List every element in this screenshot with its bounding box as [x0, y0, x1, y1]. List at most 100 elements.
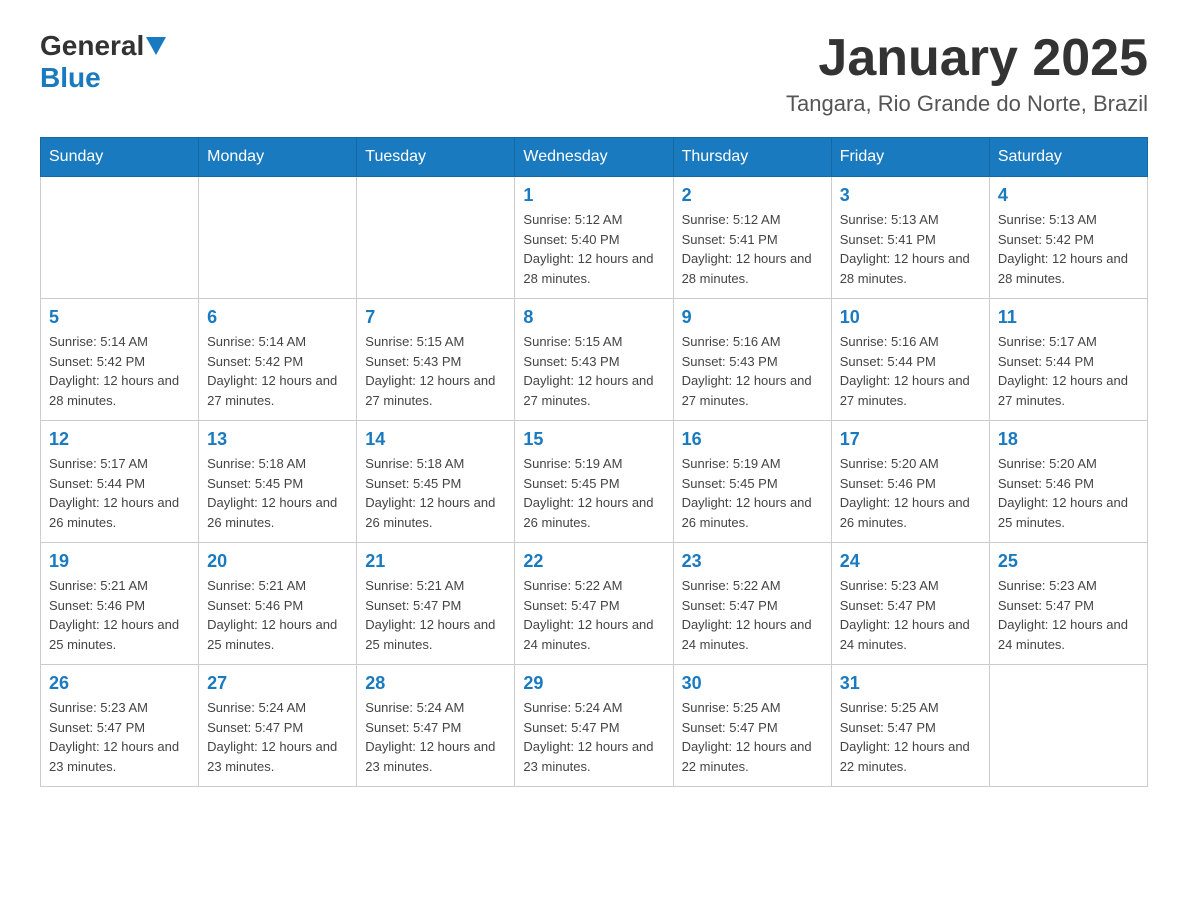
calendar-body: 1Sunrise: 5:12 AM Sunset: 5:40 PM Daylig… — [41, 177, 1148, 787]
calendar-cell: 22 Sunrise: 5:22 AM Sunset: 5:47 PM Dayli… — [515, 543, 673, 665]
calendar-cell — [357, 177, 515, 299]
day-number: 18 — [998, 429, 1139, 450]
day-number: 4 — [998, 185, 1139, 206]
month-title: January 2025 — [786, 30, 1148, 87]
day-number: 21 — [365, 551, 506, 572]
calendar-cell: 13 Sunrise: 5:18 AM Sunset: 5:45 PM Dayli… — [199, 421, 357, 543]
calendar-cell: 18 Sunrise: 5:20 AM Sunset: 5:46 PM Dayli… — [989, 421, 1147, 543]
calendar-week-3: 12Sunrise: 5:17 AM Sunset: 5:44 PM Dayli… — [41, 421, 1148, 543]
day-info: Sunrise: 5:19 AM Sunset: 5:45 PM Dayligh… — [682, 454, 823, 532]
weekday-header-sunday: Sunday — [41, 138, 199, 177]
day-info: Sunrise: 5:14 AM Sunset: 5:42 PM Dayligh… — [49, 332, 190, 410]
calendar-cell: 10 Sunrise: 5:16 AM Sunset: 5:44 PM Dayli… — [831, 299, 989, 421]
calendar-cell — [41, 177, 199, 299]
title-section: January 2025 Tangara, Rio Grande do Nort… — [786, 30, 1148, 117]
day-number: 3 — [840, 185, 981, 206]
day-number: 7 — [365, 307, 506, 328]
day-info: Sunrise: 5:19 AM Sunset: 5:45 PM Dayligh… — [523, 454, 664, 532]
day-number: 10 — [840, 307, 981, 328]
day-info: Sunrise: 5:17 AM Sunset: 5:44 PM Dayligh… — [49, 454, 190, 532]
calendar-cell: 5Sunrise: 5:14 AM Sunset: 5:42 PM Daylig… — [41, 299, 199, 421]
weekday-header-row: SundayMondayTuesdayWednesdayThursdayFrid… — [41, 138, 1148, 177]
day-info: Sunrise: 5:21 AM Sunset: 5:47 PM Dayligh… — [365, 576, 506, 654]
calendar-cell: 31 Sunrise: 5:25 AM Sunset: 5:47 PM Dayli… — [831, 665, 989, 787]
logo-text: General — [40, 30, 168, 62]
day-number: 2 — [682, 185, 823, 206]
day-info: Sunrise: 5:22 AM Sunset: 5:47 PM Dayligh… — [682, 576, 823, 654]
day-info: Sunrise: 5:24 AM Sunset: 5:47 PM Dayligh… — [523, 698, 664, 776]
day-number: 9 — [682, 307, 823, 328]
calendar-week-2: 5Sunrise: 5:14 AM Sunset: 5:42 PM Daylig… — [41, 299, 1148, 421]
weekday-header-wednesday: Wednesday — [515, 138, 673, 177]
day-info: Sunrise: 5:25 AM Sunset: 5:47 PM Dayligh… — [840, 698, 981, 776]
calendar-cell: 28 Sunrise: 5:24 AM Sunset: 5:47 PM Dayli… — [357, 665, 515, 787]
calendar-table: SundayMondayTuesdayWednesdayThursdayFrid… — [40, 137, 1148, 787]
logo-triangle-icon — [146, 37, 166, 55]
calendar-cell: 19 Sunrise: 5:21 AM Sunset: 5:46 PM Dayli… — [41, 543, 199, 665]
day-info: Sunrise: 5:15 AM Sunset: 5:43 PM Dayligh… — [365, 332, 506, 410]
calendar-cell: 21 Sunrise: 5:21 AM Sunset: 5:47 PM Dayli… — [357, 543, 515, 665]
calendar-cell: 27 Sunrise: 5:24 AM Sunset: 5:47 PM Dayli… — [199, 665, 357, 787]
day-info: Sunrise: 5:25 AM Sunset: 5:47 PM Dayligh… — [682, 698, 823, 776]
day-info: Sunrise: 5:13 AM Sunset: 5:41 PM Dayligh… — [840, 210, 981, 288]
calendar-cell: 14 Sunrise: 5:18 AM Sunset: 5:45 PM Dayli… — [357, 421, 515, 543]
day-info: Sunrise: 5:22 AM Sunset: 5:47 PM Dayligh… — [523, 576, 664, 654]
calendar-cell: 3 Sunrise: 5:13 AM Sunset: 5:41 PM Daylig… — [831, 177, 989, 299]
calendar-week-4: 19 Sunrise: 5:21 AM Sunset: 5:46 PM Dayli… — [41, 543, 1148, 665]
day-number: 16 — [682, 429, 823, 450]
day-number: 15 — [523, 429, 664, 450]
day-number: 17 — [840, 429, 981, 450]
logo-blue: Blue — [40, 62, 101, 94]
day-number: 28 — [365, 673, 506, 694]
day-info: Sunrise: 5:14 AM Sunset: 5:42 PM Dayligh… — [207, 332, 348, 410]
day-info: Sunrise: 5:23 AM Sunset: 5:47 PM Dayligh… — [49, 698, 190, 776]
day-info: Sunrise: 5:20 AM Sunset: 5:46 PM Dayligh… — [998, 454, 1139, 532]
calendar-cell: 6 Sunrise: 5:14 AM Sunset: 5:42 PM Daylig… — [199, 299, 357, 421]
day-number: 31 — [840, 673, 981, 694]
calendar-cell: 23Sunrise: 5:22 AM Sunset: 5:47 PM Dayli… — [673, 543, 831, 665]
weekday-header-tuesday: Tuesday — [357, 138, 515, 177]
day-number: 26 — [49, 673, 190, 694]
calendar-week-1: 1Sunrise: 5:12 AM Sunset: 5:40 PM Daylig… — [41, 177, 1148, 299]
day-info: Sunrise: 5:20 AM Sunset: 5:46 PM Dayligh… — [840, 454, 981, 532]
day-number: 14 — [365, 429, 506, 450]
day-number: 8 — [523, 307, 664, 328]
weekday-header-thursday: Thursday — [673, 138, 831, 177]
day-info: Sunrise: 5:18 AM Sunset: 5:45 PM Dayligh… — [207, 454, 348, 532]
day-number: 30 — [682, 673, 823, 694]
day-number: 20 — [207, 551, 348, 572]
day-number: 27 — [207, 673, 348, 694]
day-info: Sunrise: 5:23 AM Sunset: 5:47 PM Dayligh… — [998, 576, 1139, 654]
weekday-header-monday: Monday — [199, 138, 357, 177]
day-info: Sunrise: 5:21 AM Sunset: 5:46 PM Dayligh… — [49, 576, 190, 654]
calendar-cell: 15 Sunrise: 5:19 AM Sunset: 5:45 PM Dayli… — [515, 421, 673, 543]
day-info: Sunrise: 5:24 AM Sunset: 5:47 PM Dayligh… — [365, 698, 506, 776]
day-number: 11 — [998, 307, 1139, 328]
calendar-cell: 9 Sunrise: 5:16 AM Sunset: 5:43 PM Daylig… — [673, 299, 831, 421]
calendar-cell — [989, 665, 1147, 787]
calendar-week-5: 26 Sunrise: 5:23 AM Sunset: 5:47 PM Dayli… — [41, 665, 1148, 787]
calendar-cell: 11Sunrise: 5:17 AM Sunset: 5:44 PM Dayli… — [989, 299, 1147, 421]
day-info: Sunrise: 5:23 AM Sunset: 5:47 PM Dayligh… — [840, 576, 981, 654]
day-number: 22 — [523, 551, 664, 572]
day-info: Sunrise: 5:12 AM Sunset: 5:41 PM Dayligh… — [682, 210, 823, 288]
day-info: Sunrise: 5:24 AM Sunset: 5:47 PM Dayligh… — [207, 698, 348, 776]
day-info: Sunrise: 5:13 AM Sunset: 5:42 PM Dayligh… — [998, 210, 1139, 288]
day-info: Sunrise: 5:16 AM Sunset: 5:44 PM Dayligh… — [840, 332, 981, 410]
day-number: 29 — [523, 673, 664, 694]
day-number: 19 — [49, 551, 190, 572]
calendar-cell: 25Sunrise: 5:23 AM Sunset: 5:47 PM Dayli… — [989, 543, 1147, 665]
calendar-cell: 24Sunrise: 5:23 AM Sunset: 5:47 PM Dayli… — [831, 543, 989, 665]
day-number: 6 — [207, 307, 348, 328]
calendar-header: SundayMondayTuesdayWednesdayThursdayFrid… — [41, 138, 1148, 177]
calendar-cell: 1Sunrise: 5:12 AM Sunset: 5:40 PM Daylig… — [515, 177, 673, 299]
calendar-cell: 20Sunrise: 5:21 AM Sunset: 5:46 PM Dayli… — [199, 543, 357, 665]
calendar-cell: 4 Sunrise: 5:13 AM Sunset: 5:42 PM Daylig… — [989, 177, 1147, 299]
logo: General Blue — [40, 30, 168, 94]
day-number: 13 — [207, 429, 348, 450]
day-info: Sunrise: 5:16 AM Sunset: 5:43 PM Dayligh… — [682, 332, 823, 410]
calendar-cell: 17 Sunrise: 5:20 AM Sunset: 5:46 PM Dayli… — [831, 421, 989, 543]
calendar-cell: 26 Sunrise: 5:23 AM Sunset: 5:47 PM Dayli… — [41, 665, 199, 787]
day-info: Sunrise: 5:15 AM Sunset: 5:43 PM Dayligh… — [523, 332, 664, 410]
day-info: Sunrise: 5:18 AM Sunset: 5:45 PM Dayligh… — [365, 454, 506, 532]
